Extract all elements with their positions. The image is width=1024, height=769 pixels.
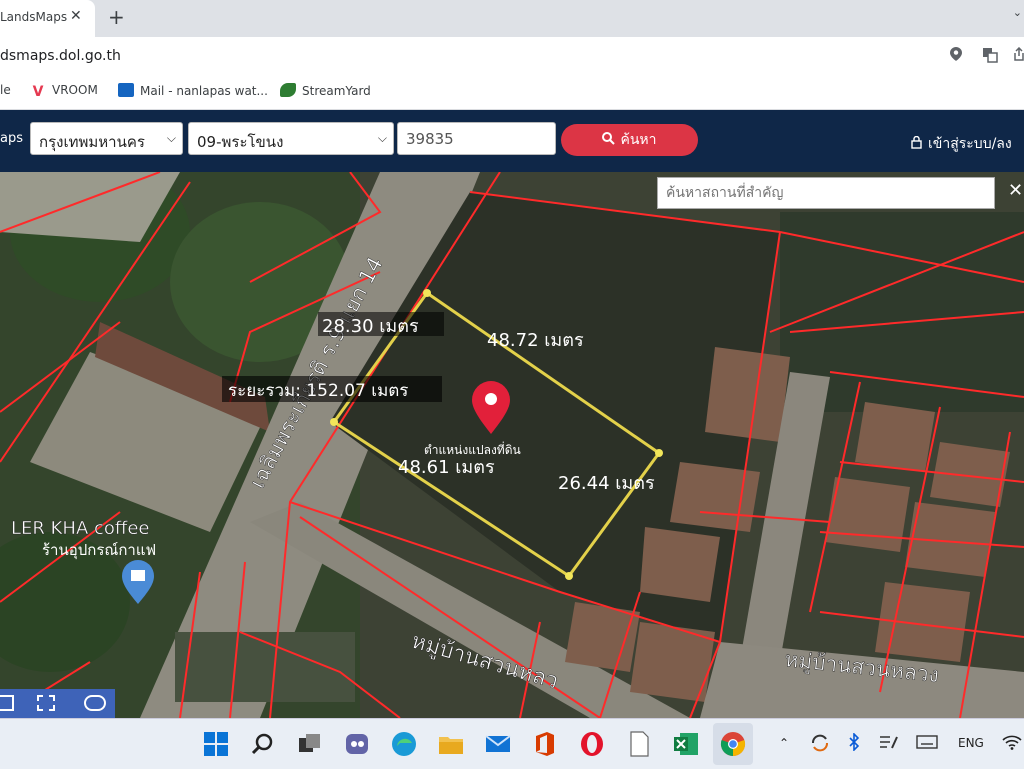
place-search-input[interactable] bbox=[657, 177, 995, 209]
bookmark-item[interactable]: le bbox=[0, 83, 11, 97]
pen-menu-icon[interactable] bbox=[878, 733, 900, 751]
map-pin-dot bbox=[485, 393, 497, 405]
plot-vertex[interactable] bbox=[423, 289, 431, 297]
province-select[interactable]: กรุงเทพมหานคร ⌵ bbox=[30, 122, 183, 155]
notepad-icon[interactable] bbox=[626, 731, 652, 757]
draw-polygon-icon[interactable] bbox=[0, 695, 14, 711]
login-link[interactable]: เข้าสู่ระบบ/ลง bbox=[911, 133, 1012, 155]
wifi-icon[interactable] bbox=[1002, 734, 1022, 750]
poi-subtitle: ร้านอุปกรณ์กาแฟ bbox=[42, 541, 156, 560]
tab-strip: LandsMaps ✕ + ⌄ bbox=[0, 0, 1024, 37]
search-icon bbox=[602, 132, 616, 145]
browser-tab[interactable]: LandsMaps ✕ bbox=[0, 0, 95, 37]
map-view[interactable]: เฉลิมพระเกียรติ ร.9 แยก 14 28.30 เมตร 48… bbox=[0, 172, 1024, 718]
teams-icon[interactable] bbox=[344, 731, 370, 757]
satellite-map[interactable]: เฉลิมพระเกียรติ ร.9 แยก 14 28.30 เมตร 48… bbox=[0, 172, 1024, 718]
bookmark-item[interactable]: V VROOM bbox=[30, 83, 98, 100]
file-explorer-icon[interactable] bbox=[438, 731, 464, 757]
vroom-icon: V bbox=[32, 84, 44, 100]
edge-length-label: 48.61 เมตร bbox=[398, 457, 495, 478]
chrome-icon[interactable] bbox=[720, 731, 746, 757]
tab-title: LandsMaps bbox=[0, 10, 68, 24]
share-icon[interactable] bbox=[1014, 46, 1024, 65]
search-button[interactable]: ค้นหา bbox=[561, 124, 698, 156]
mail-icon bbox=[118, 83, 134, 97]
search-icon[interactable] bbox=[250, 731, 276, 757]
task-view-icon[interactable] bbox=[297, 731, 323, 757]
tab-close-icon[interactable]: ✕ bbox=[70, 8, 82, 24]
bookmark-item[interactable]: StreamYard bbox=[280, 83, 371, 98]
url-text[interactable]: dsmaps.dol.go.th bbox=[0, 48, 121, 64]
drawing-toolbar bbox=[0, 689, 115, 718]
chevron-down-icon: ⌵ bbox=[166, 131, 176, 145]
lock-icon bbox=[911, 135, 922, 149]
plot-vertex[interactable] bbox=[330, 418, 338, 426]
translate-icon[interactable] bbox=[982, 47, 998, 67]
edge-length-label: 28.30 เมตร bbox=[322, 316, 419, 337]
pin-label: ตำแหน่งแปลงที่ดิน bbox=[424, 441, 521, 457]
chevron-down-icon: ⌵ bbox=[377, 131, 387, 145]
keyboard-icon[interactable] bbox=[916, 734, 938, 750]
windows-icon[interactable] bbox=[203, 731, 229, 757]
edge-icon[interactable] bbox=[391, 731, 417, 757]
total-distance-label: ระยะรวม: 152.07 เมตร bbox=[228, 381, 408, 401]
search-button-label: ค้นหา bbox=[620, 132, 657, 148]
mail-icon[interactable] bbox=[485, 731, 511, 757]
office-icon[interactable] bbox=[532, 731, 558, 757]
edge-length-label: 26.44 เมตร bbox=[558, 473, 655, 494]
new-tab-icon[interactable]: + bbox=[108, 5, 125, 29]
bluetooth-icon[interactable] bbox=[848, 733, 860, 751]
bookmarks-bar: le V VROOM Mail - nanlapas wat... StreamY… bbox=[0, 75, 1024, 110]
province-value: กรุงเทพมหานคร bbox=[39, 133, 145, 151]
opera-icon[interactable] bbox=[579, 731, 605, 757]
address-bar[interactable]: dsmaps.dol.go.th bbox=[0, 37, 1024, 75]
sync-icon[interactable] bbox=[810, 733, 830, 753]
language-indicator[interactable]: ENG bbox=[958, 736, 984, 750]
parcel-number-input[interactable] bbox=[397, 122, 556, 155]
close-icon[interactable]: ✕ bbox=[1008, 180, 1023, 201]
district-value: 09-พระโขนง bbox=[197, 133, 284, 151]
streamyard-icon bbox=[280, 83, 296, 97]
plot-vertex[interactable] bbox=[565, 572, 573, 580]
site-header: aps กรุงเทพมหานคร ⌵ 09-พระโขนง ⌵ ค้นหา เ… bbox=[0, 110, 1024, 172]
location-icon[interactable] bbox=[950, 47, 962, 65]
windows-taskbar: ⌃ ENG bbox=[0, 718, 1024, 769]
draw-circle-icon[interactable] bbox=[84, 695, 106, 711]
draw-rectangle-icon[interactable] bbox=[37, 695, 55, 711]
chevron-up-icon[interactable]: ⌃ bbox=[779, 736, 789, 750]
site-brand[interactable]: aps bbox=[0, 131, 23, 146]
bookmark-item[interactable]: Mail - nanlapas wat... bbox=[118, 83, 268, 98]
edge-length-label: 48.72 เมตร bbox=[487, 330, 584, 351]
district-select[interactable]: 09-พระโขนง ⌵ bbox=[188, 122, 394, 155]
login-label: เข้าสู่ระบบ/ลง bbox=[928, 136, 1012, 152]
poi-name[interactable]: LER KHA coffee bbox=[11, 518, 150, 539]
plot-vertex[interactable] bbox=[655, 449, 663, 457]
excel-icon[interactable] bbox=[673, 731, 699, 757]
tab-search-icon[interactable]: ⌄ bbox=[1013, 6, 1022, 19]
